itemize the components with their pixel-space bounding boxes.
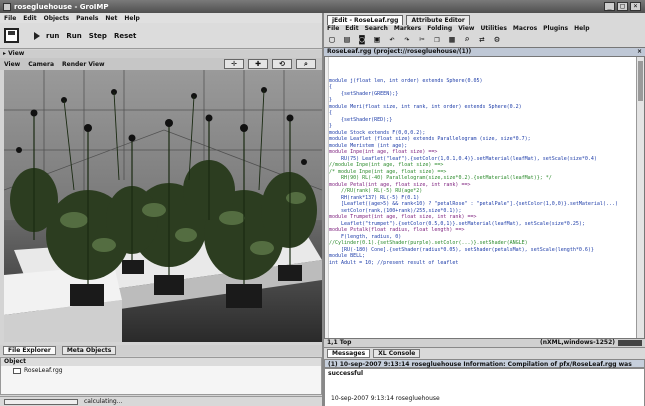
code-lines: module j(float len, int order) extends S… [329, 78, 634, 267]
editor-status-bar: 1,1 Top (nXML,windows-1252) [324, 339, 645, 348]
editor-file-name: RoseLeaf.rgg (project://rosegluehouse/(1… [327, 48, 472, 55]
editor-menu-search[interactable]: Search [365, 25, 388, 33]
tab-jedit[interactable]: jEdit - RoseLeaf.rgg [327, 15, 404, 25]
view-menu-camera[interactable]: Camera [28, 61, 54, 68]
tab-attribute-editor[interactable]: Attribute Editor [406, 15, 470, 25]
editor-menu-view[interactable]: View [458, 25, 474, 33]
reset-button[interactable]: Reset [113, 32, 137, 40]
run-label[interactable]: run [45, 32, 60, 40]
message-text: 10-sep-2007 9:13:14 rosegluehouse [331, 395, 440, 402]
menu-panels[interactable]: Panels [76, 15, 98, 22]
caret-position: 1,1 Top [327, 339, 352, 346]
close-button[interactable]: × [630, 2, 641, 11]
pan-icon[interactable]: ✚ [248, 59, 268, 69]
main-toolbar: run Run Step Reset [0, 23, 322, 49]
move-icon[interactable]: ✛ [224, 59, 244, 69]
save-icon[interactable]: ◙ [357, 35, 367, 45]
undo-icon[interactable]: ↶ [387, 35, 397, 45]
window-title: rosegluehouse - GroIMP [14, 2, 109, 11]
editor-menu-plugins[interactable]: Plugins [543, 25, 568, 33]
save-icon[interactable] [4, 28, 19, 43]
editor-file-tab[interactable]: RoseLeaf.rgg (project://rosegluehouse/(1… [324, 47, 645, 56]
editor-menu-bar: File Edit Search Markers Folding View Ut… [324, 25, 645, 33]
redo-icon[interactable]: ↷ [402, 35, 412, 45]
left-bottom-tabs: File Explorer Meta Objects [0, 345, 322, 356]
editor-menu-macros[interactable]: Macros [513, 25, 537, 33]
message-header: (1) 10-sep-2007 9:13:14 rosegluehouse In… [324, 359, 645, 377]
tab-meta-objects[interactable]: Meta Objects [61, 346, 117, 355]
tab-file-explorer[interactable]: File Explorer [3, 346, 56, 355]
options-icon[interactable]: ⚙ [492, 35, 502, 45]
tab-xl-console[interactable]: XL Console [373, 349, 421, 358]
editor-menu-edit[interactable]: Edit [345, 25, 358, 33]
copy-icon[interactable]: ❐ [432, 35, 442, 45]
status-text: calculating... [84, 398, 123, 405]
code-line: int Adult = 10; //present result of leaf… [329, 259, 459, 266]
menu-objects[interactable]: Objects [44, 15, 70, 22]
minimize-button[interactable]: _ [604, 2, 615, 11]
left-status-bar: calculating... [0, 396, 322, 406]
view-nav-icons: ✛ ✚ ⟲ ⌕ [224, 59, 316, 69]
rotate-icon[interactable]: ⟲ [272, 59, 292, 69]
view-panel-header: ▸ View [0, 50, 322, 58]
encoding-label: (nXML,windows-1252) [539, 339, 615, 346]
editor-menu-file[interactable]: File [327, 25, 339, 33]
run-icon [34, 31, 40, 40]
view-menu-view[interactable]: View [4, 61, 20, 68]
menu-help[interactable]: Help [124, 15, 139, 22]
message-tabs: Messages XL Console [324, 348, 645, 359]
editor-toolbar: ▢ ▤ ◙ ▣ ↶ ↷ ✂ ❐ ▦ ⌕ ⇄ ⚙ [324, 33, 645, 47]
message-body: 10-sep-2007 9:13:14 rosegluehouse [324, 368, 645, 406]
app-icon [3, 2, 11, 11]
editor-panel-tabs: jEdit - RoseLeaf.rgg Attribute Editor [324, 13, 645, 25]
close-file-icon[interactable]: × [637, 48, 642, 56]
open-icon[interactable]: ▤ [342, 35, 352, 45]
menu-net[interactable]: Net [105, 15, 117, 22]
find-icon[interactable]: ⌕ [462, 35, 472, 45]
main-menu-bar: File Edit Objects Panels Net Help [0, 13, 322, 23]
editor-menu-folding[interactable]: Folding [427, 25, 452, 33]
explorer-header: Object [1, 358, 321, 366]
code-editor[interactable]: module j(float len, int order) extends S… [324, 56, 645, 339]
replace-icon[interactable]: ⇄ [477, 35, 487, 45]
paste-icon[interactable]: ▦ [447, 35, 457, 45]
progress-bar [4, 399, 78, 405]
explorer-file-item[interactable]: RoseLeaf.rgg [1, 366, 321, 374]
greenhouse-scene [4, 70, 322, 342]
fold-gutter[interactable] [325, 57, 329, 338]
window-title-bar: rosegluehouse - GroIMP _ □ × [0, 0, 645, 13]
editor-menu-help[interactable]: Help [574, 25, 589, 33]
code-line: [RU(-180) Cone].{setShader(radius*0.05),… [329, 246, 594, 253]
file-icon [13, 367, 21, 374]
editor-menu-utilities[interactable]: Utilities [480, 25, 506, 33]
editor-scrollbar[interactable] [636, 57, 644, 338]
code-line: [Leaflet((age>5) && rank<10) ? "petalRos… [329, 201, 618, 207]
view-menu-render-view[interactable]: Render View [62, 61, 105, 68]
tab-messages[interactable]: Messages [327, 349, 371, 358]
menu-file[interactable]: File [4, 15, 16, 22]
zoom-icon[interactable]: ⌕ [296, 59, 316, 69]
file-explorer-panel: Object RoseLeaf.rgg [0, 357, 322, 395]
new-icon[interactable]: ▢ [327, 35, 337, 45]
view-menu-bar: View Camera Render View ✛ ✚ ⟲ ⌕ [0, 58, 322, 70]
editor-scrollbar-thumb[interactable] [638, 61, 643, 101]
print-icon[interactable]: ▣ [372, 35, 382, 45]
editor-menu-markers[interactable]: Markers [394, 25, 421, 33]
step-button[interactable]: Step [88, 32, 108, 40]
menu-edit[interactable]: Edit [23, 15, 36, 22]
run-button[interactable]: Run [65, 32, 82, 40]
maximize-button[interactable]: □ [617, 2, 628, 11]
window-controls: _ □ × [604, 2, 641, 11]
3d-viewport[interactable] [4, 70, 322, 342]
explorer-file-label: RoseLeaf.rgg [24, 367, 63, 374]
editor-panel: jEdit - RoseLeaf.rgg Attribute Editor Fi… [322, 13, 645, 406]
cut-icon[interactable]: ✂ [417, 35, 427, 45]
memory-indicator [618, 340, 642, 346]
